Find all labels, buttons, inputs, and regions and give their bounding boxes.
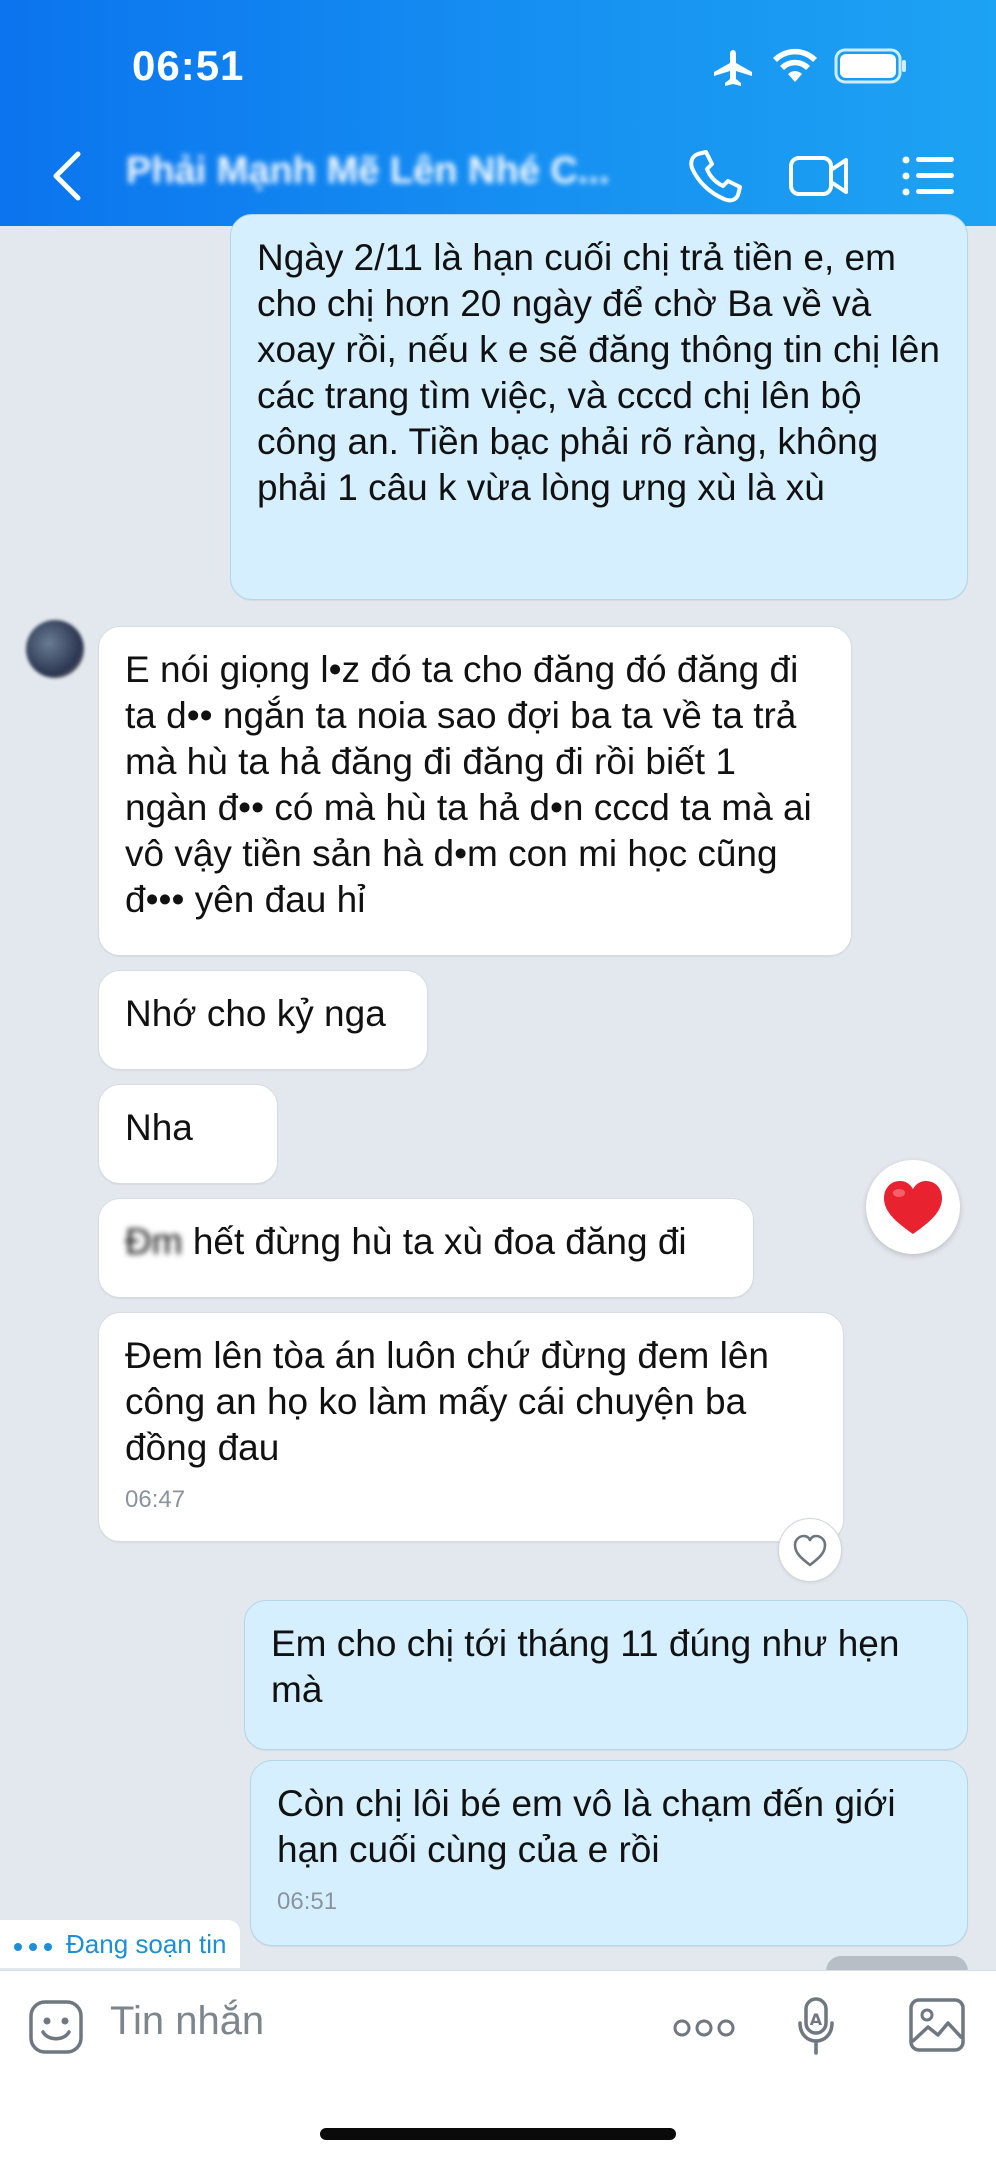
contact-avatar[interactable]: [26, 620, 84, 678]
battery-icon: [834, 48, 906, 84]
message-text: Đem lên tòa án luôn chứ đừng đem lên côn…: [125, 1335, 769, 1468]
message-text: Nha: [125, 1107, 193, 1148]
typing-dots-icon: [14, 1943, 52, 1951]
voice-to-text-mic-icon[interactable]: A: [796, 1995, 836, 2057]
message-text: Còn chị lôi bé em vô là chạm đến giới hạ…: [277, 1783, 896, 1870]
home-indicator: [320, 2128, 676, 2140]
message-text: Nhớ cho kỷ nga: [125, 993, 386, 1034]
more-options-icon[interactable]: [672, 2013, 736, 2043]
typing-label: Đang soạn tin: [66, 1928, 227, 1959]
message-bubble-incoming[interactable]: E nói giọng l•z đó ta cho đăng đó đăng đ…: [98, 626, 852, 956]
message-input[interactable]: Tin nhắn: [110, 1999, 264, 2044]
message-text: Em cho chị tới tháng 11 đúng như hẹn mà: [271, 1623, 900, 1710]
photo-gallery-icon[interactable]: [908, 1997, 966, 2053]
typing-indicator: Đang soạn tin: [0, 1920, 241, 1968]
heart-outline-icon: [793, 1534, 827, 1567]
back-chevron-icon[interactable]: [48, 148, 88, 204]
status-time: 06:51: [132, 42, 245, 89]
reaction-bubble[interactable]: [866, 1160, 960, 1254]
airplane-mode-icon: [714, 50, 752, 86]
phone-call-icon[interactable]: [686, 146, 742, 206]
message-bubble-incoming[interactable]: Đm hết đừng hù ta xù đoa đăng đi: [98, 1198, 754, 1298]
chat-header: 06:51 Phải Mạnh Mẽ Lên Nhé C...: [0, 0, 996, 226]
message-text: hết đừng hù ta xù đoa đăng đi: [182, 1221, 687, 1262]
message-text: E nói giọng l•z đó ta cho đăng đó đăng đ…: [125, 649, 812, 920]
message-bubble-outgoing[interactable]: Ngày 2/11 là hạn cuối chị trả tiền e, em…: [230, 214, 968, 600]
message-bubble-incoming[interactable]: Nhớ cho kỷ nga: [98, 970, 428, 1070]
wifi-icon: [773, 48, 817, 82]
like-reaction-button[interactable]: [778, 1518, 842, 1582]
sticker-emoji-icon[interactable]: [28, 1999, 84, 2055]
censored-word: Đm: [125, 1221, 183, 1262]
message-bubble-incoming[interactable]: Nha: [98, 1084, 278, 1184]
message-bubble-outgoing[interactable]: Em cho chị tới tháng 11 đúng như hẹn mà: [244, 1600, 968, 1750]
svg-text:A: A: [810, 2010, 823, 2029]
message-time: 06:51: [277, 1888, 338, 1915]
chat-title[interactable]: Phải Mạnh Mẽ Lên Nhé C...: [126, 150, 636, 206]
video-call-icon[interactable]: [788, 146, 850, 206]
menu-list-icon[interactable]: [900, 146, 956, 206]
message-time: 06:47: [125, 1486, 186, 1513]
message-text: Ngày 2/11 là hạn cuối chị trả tiền e, em…: [257, 237, 940, 508]
heart-reaction-icon: [884, 1181, 942, 1234]
message-bubble-outgoing[interactable]: Còn chị lôi bé em vô là chạm đến giới hạ…: [250, 1760, 968, 1946]
message-bubble-incoming[interactable]: Đem lên tòa án luôn chứ đừng đem lên côn…: [98, 1312, 844, 1542]
